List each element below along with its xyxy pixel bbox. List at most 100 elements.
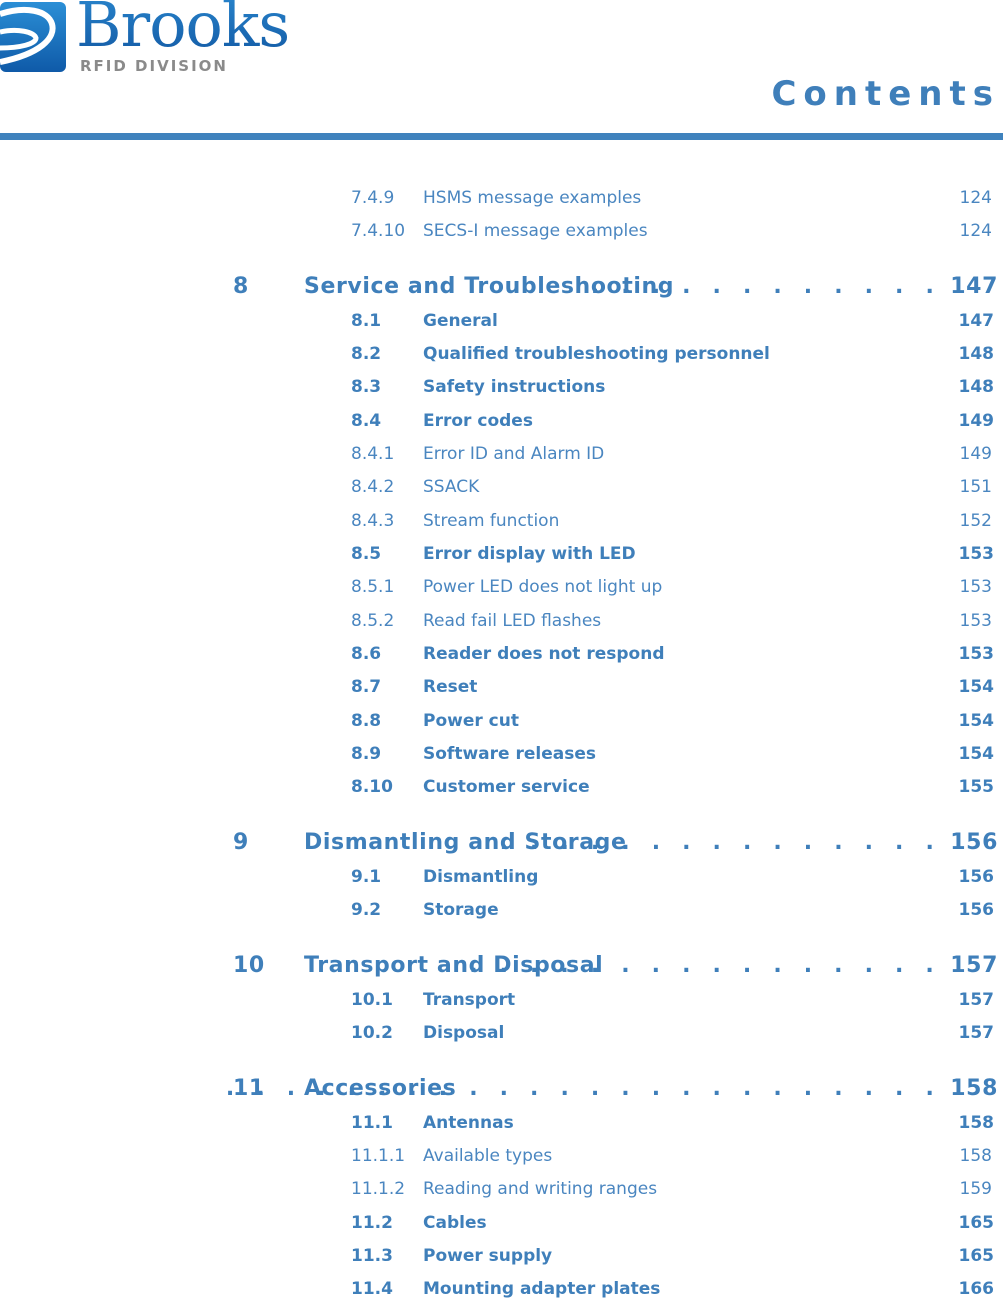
toc-entry-title: SSACK — [423, 477, 480, 497]
toc-entry[interactable]: 11 Accessories. . . . . . . . . . . . . .… — [0, 1074, 1003, 1104]
toc-entry[interactable]: 8.5.1 Power LED does not light up 153 — [0, 575, 1003, 599]
toc-entry[interactable]: 8.1 General 147 — [0, 309, 1003, 333]
toc-entry-title: Read fail LED flashes — [423, 611, 602, 631]
toc-entry-title: Customer service — [423, 777, 590, 797]
toc-entry-title: Reader does not respond — [423, 644, 665, 664]
toc-entry-title: Error ID and Alarm ID — [423, 444, 605, 464]
toc-entry[interactable]: 8.10 Customer service 155 — [0, 775, 1003, 799]
toc-entry-page: 153 — [959, 577, 992, 597]
toc-entry-number: 8.7 — [351, 677, 382, 697]
toc-dot-leader: . . . . . . . . . . . . — [590, 274, 941, 299]
toc-entry[interactable]: 7.4.10 SECS-I message examples 124 — [0, 219, 1003, 243]
toc-dot-leader: . . . . . . . . . . . . . . . — [499, 830, 941, 855]
toc-entry-page: 166 — [958, 1279, 995, 1299]
toc-entry[interactable]: 8.5 Error display with LED 153 — [0, 542, 1003, 566]
toc-entry-number: 11.3 — [351, 1246, 393, 1266]
toc-entry-page: 148 — [958, 377, 995, 397]
toc-entry-page: 158 — [959, 1146, 992, 1166]
toc-entry-title: Available types — [423, 1146, 553, 1166]
toc-entry-page: 153 — [958, 544, 995, 564]
toc-entry[interactable]: 11.1.2 Reading and writing ranges 159 — [0, 1177, 1003, 1201]
toc-entry[interactable]: 8.8 Power cut 154 — [0, 709, 1003, 733]
toc-entry-number: 8.4.2 — [351, 477, 395, 497]
toc-entry[interactable]: 8.2 Qualified troubleshooting personnel 14… — [0, 342, 1003, 366]
toc-entry-page: 124 — [959, 188, 992, 208]
toc-entry-title: Software releases — [423, 744, 596, 764]
toc-entry-number: 9.2 — [351, 900, 382, 920]
toc-entry-page: 147 — [958, 311, 995, 331]
toc-entry[interactable]: 10 Transport and Disposal. . . . . . . . … — [0, 951, 1003, 981]
toc-entry[interactable]: 8.4 Error codes 149 — [0, 409, 1003, 433]
toc-entry-number: 8.2 — [351, 344, 382, 364]
toc-entry-title: Storage — [423, 900, 499, 920]
toc-entry-number: 8.4 — [351, 411, 382, 431]
toc-entry-number: 8.5.1 — [351, 577, 395, 597]
toc-entry-title: Reading and writing ranges — [423, 1179, 658, 1199]
toc-entry[interactable]: 9.1 Dismantling 156 — [0, 865, 1003, 889]
toc-entry[interactable]: 8.6 Reader does not respond 153 — [0, 642, 1003, 666]
toc-entry[interactable]: 8.9 Software releases 154 — [0, 742, 1003, 766]
toc-entry[interactable]: 9 Dismantling and Storage. . . . . . . . … — [0, 828, 1003, 858]
header-rule — [0, 133, 1003, 140]
toc-entry-title: HSMS message examples — [423, 188, 642, 208]
toc-entry[interactable]: 9.2 Storage 156 — [0, 898, 1003, 922]
toc-entry-page: 153 — [958, 644, 995, 664]
brooks-globe-icon — [0, 2, 66, 72]
toc-entry[interactable]: 8.7 Reset 154 — [0, 675, 1003, 699]
toc-entry-title: Error codes — [423, 411, 533, 431]
toc-entry[interactable]: 11.4 Mounting adapter plates 166 — [0, 1277, 1003, 1301]
toc-entry[interactable]: 8.4.2 SSACK 151 — [0, 475, 1003, 499]
toc-entry-title: Cables — [423, 1213, 487, 1233]
toc-entry-page: 151 — [959, 477, 992, 497]
toc-entry-number: 9 — [233, 830, 249, 855]
toc-entry-page: 147 — [950, 274, 998, 299]
toc-entry-title: Antennas — [423, 1113, 514, 1133]
toc-entry-number: 8.8 — [351, 711, 382, 731]
toc-entry-number: 8.1 — [351, 311, 382, 331]
toc-entry-number: 11.1 — [351, 1113, 393, 1133]
toc-entry-number: 8 — [233, 274, 249, 299]
toc-entry-number: 8.4.1 — [351, 444, 395, 464]
toc-entry-title: Stream function — [423, 511, 560, 531]
toc-entry-number: 7.4.9 — [351, 188, 395, 208]
toc-entry-title: SECS-I message examples — [423, 221, 648, 241]
toc-entry-page: 149 — [959, 444, 992, 464]
toc-entry-number: 10.2 — [351, 1023, 393, 1043]
toc-entry[interactable]: 8.4.1 Error ID and Alarm ID 149 — [0, 442, 1003, 466]
toc-entry-number: 8.10 — [351, 777, 393, 797]
toc-entry[interactable]: 11.1.1 Available types 158 — [0, 1144, 1003, 1168]
toc-entry-page: 124 — [959, 221, 992, 241]
toc-entry-title: Transport — [423, 990, 516, 1010]
toc-entry-number: 7.4.10 — [351, 221, 406, 241]
toc-entry-number: 11.4 — [351, 1279, 393, 1299]
toc-entry[interactable]: 8 Service and Troubleshooting. . . . . . … — [0, 272, 1003, 302]
toc-entry-number: 8.4.3 — [351, 511, 395, 531]
toc-entry-page: 157 — [950, 953, 998, 978]
toc-entry[interactable]: 8.5.2 Read fail LED flashes 153 — [0, 609, 1003, 633]
toc-entry[interactable]: 7.4.9 HSMS message examples 124 — [0, 186, 1003, 210]
toc-entry-number: 8.5 — [351, 544, 382, 564]
toc-entry-title: Disposal — [423, 1023, 505, 1043]
toc-entry[interactable]: 10.2 Disposal 157 — [0, 1021, 1003, 1045]
toc-entry-number: 8.5.2 — [351, 611, 395, 631]
toc-entry-number: 8.6 — [351, 644, 382, 664]
toc-entry-page: 155 — [958, 777, 995, 797]
toc-entry[interactable]: 8.3 Safety instructions 148 — [0, 375, 1003, 399]
toc-entry-title: Power supply — [423, 1246, 553, 1266]
toc-entry[interactable]: 8.4.3 Stream function 152 — [0, 509, 1003, 533]
toc-entry[interactable]: 11.1 Antennas 158 — [0, 1111, 1003, 1135]
toc-entry-page: 156 — [958, 900, 995, 920]
toc-entry-page: 159 — [959, 1179, 992, 1199]
toc-entry-number: 11.1.2 — [351, 1179, 406, 1199]
toc-entry-page: 154 — [958, 744, 995, 764]
toc-entry-page: 156 — [958, 867, 995, 887]
toc-entry-title: Mounting adapter plates — [423, 1279, 661, 1299]
toc-entry-page: 165 — [958, 1213, 995, 1233]
toc-entry-page: 158 — [950, 1076, 998, 1101]
toc-entry-page: 157 — [958, 1023, 995, 1043]
toc-entry[interactable]: 11.2 Cables 165 — [0, 1211, 1003, 1235]
toc-entry-title: Power LED does not light up — [423, 577, 663, 597]
toc-entry[interactable]: 11.3 Power supply 165 — [0, 1244, 1003, 1268]
toc-entry[interactable]: 10.1 Transport 157 — [0, 988, 1003, 1012]
toc-entry-page: 154 — [958, 677, 995, 697]
